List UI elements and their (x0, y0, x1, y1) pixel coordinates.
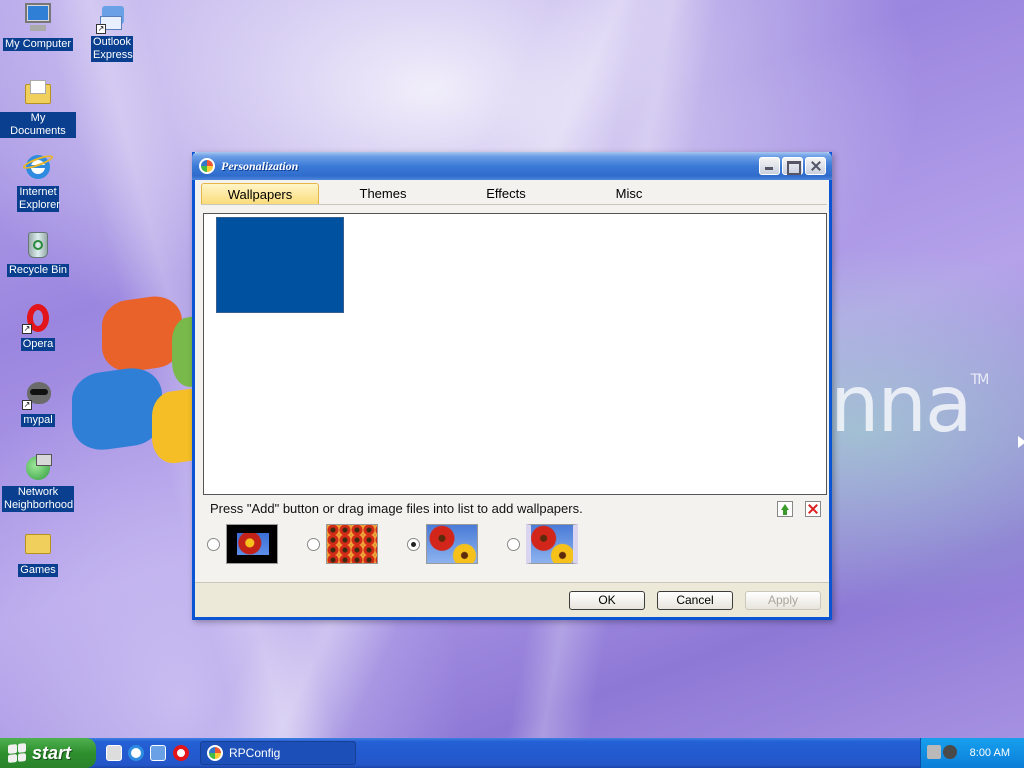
desktop-icon-recycle-bin[interactable]: Recycle Bin (0, 228, 76, 277)
network-icon (22, 452, 54, 484)
style-option-fill[interactable] (507, 524, 607, 564)
radio-center[interactable] (207, 537, 220, 551)
outlook-express-icon: ↗ (96, 2, 128, 34)
minimize-button[interactable] (759, 157, 780, 175)
radio-fill[interactable] (507, 537, 520, 551)
remove-wallpaper-button[interactable] (805, 501, 821, 517)
mypal-icon: ↗ (22, 378, 54, 410)
tile-preview-image (326, 524, 378, 564)
desktop-icon-games[interactable]: Games (0, 528, 76, 577)
window-title: Personalization (221, 158, 299, 173)
desktop-icon-label: Outlook Express (91, 36, 133, 62)
mouse-cursor (1018, 436, 1024, 448)
stretch-preview-image (426, 524, 478, 564)
style-option-stretch[interactable] (407, 524, 507, 564)
desktop-icon-label: Games (18, 564, 58, 577)
internet-explorer-icon (21, 152, 55, 184)
internet-explorer-icon[interactable] (128, 745, 144, 761)
windows-flag-icon (8, 743, 26, 763)
recycle-bin-icon (22, 228, 54, 260)
tray-volume-icon[interactable] (927, 745, 941, 759)
rpconfig-icon (207, 745, 223, 761)
desktop-icon-opera[interactable]: ↗ Opera (0, 302, 76, 351)
tab-bar: Wallpapers Themes Effects Misc (201, 183, 827, 205)
tab-themes[interactable]: Themes (324, 183, 442, 204)
window-titlebar[interactable]: Personalization (192, 152, 832, 180)
windows-logo-wallpaper (72, 292, 222, 467)
radio-tile[interactable] (307, 537, 320, 551)
task-label: RPConfig (229, 746, 281, 760)
tab-misc[interactable]: Misc (570, 183, 688, 204)
wallpaper-style-options (207, 524, 607, 564)
desktop-icon-outlook-express[interactable]: ↗ Outlook Express (74, 2, 150, 62)
clock[interactable]: 8:00 AM (970, 747, 1010, 759)
computer-icon (22, 2, 54, 34)
desktop-icon-label: Network Neighborhood (2, 486, 74, 512)
move-up-button[interactable] (777, 501, 793, 517)
radio-stretch[interactable] (407, 537, 420, 551)
tab-wallpapers[interactable]: Wallpapers (201, 183, 319, 204)
folder-icon (22, 528, 54, 560)
desktop-icon-label: My Computer (2, 38, 74, 51)
folder-icon (22, 78, 54, 110)
desktop-icon-label: mypal (21, 414, 55, 427)
opera-icon[interactable] (173, 745, 189, 761)
desktop-icon-internet-explorer[interactable]: Internet Explorer (0, 152, 76, 212)
add-wallpaper-hint: Press "Add" button or drag image files i… (210, 501, 583, 516)
desktop-icon-label: Recycle Bin (6, 264, 70, 277)
start-button[interactable]: start (0, 738, 96, 768)
center-preview-image (226, 524, 278, 564)
taskbar: start RPConfig 8:00 AM (0, 738, 1024, 768)
style-option-tile[interactable] (307, 524, 407, 564)
outlook-express-icon[interactable] (150, 745, 166, 761)
desktop-icon-my-computer[interactable]: My Computer (0, 2, 76, 51)
start-label: start (32, 742, 72, 763)
wallpaper-brand: nnaTM (830, 360, 989, 450)
dialog-footer: OK Cancel Apply (195, 582, 829, 617)
wallpaper-thumbnail[interactable] (216, 217, 344, 313)
ok-button[interactable]: OK (569, 591, 645, 610)
maximize-button[interactable] (782, 157, 803, 175)
system-tray: 8:00 AM (920, 738, 1024, 768)
taskbar-task-rpconfig[interactable]: RPConfig (200, 741, 356, 765)
close-button[interactable] (805, 157, 826, 175)
opera-icon: ↗ (22, 302, 54, 334)
tab-effects[interactable]: Effects (447, 183, 565, 204)
apply-button[interactable]: Apply (745, 591, 821, 610)
cancel-button[interactable]: Cancel (657, 591, 733, 610)
desktop-icon-label: My Documents (0, 112, 76, 138)
wallpaper-list[interactable] (203, 213, 827, 495)
personalization-window: Personalization Wallpapers Themes Effect… (192, 152, 832, 620)
desktop-icon-mypal[interactable]: ↗ mypal (0, 378, 76, 427)
fill-preview-image (526, 524, 578, 564)
show-desktop-icon[interactable] (106, 745, 122, 761)
tray-network-icon[interactable] (943, 745, 957, 759)
desktop-icon-my-documents[interactable]: My Documents (0, 78, 76, 138)
style-option-center[interactable] (207, 524, 307, 564)
desktop-icon-network-neighborhood[interactable]: Network Neighborhood (0, 452, 76, 512)
personalization-app-icon (199, 158, 215, 174)
desktop-icon-label: Internet Explorer (17, 186, 60, 212)
desktop-icon-label: Opera (20, 338, 56, 351)
